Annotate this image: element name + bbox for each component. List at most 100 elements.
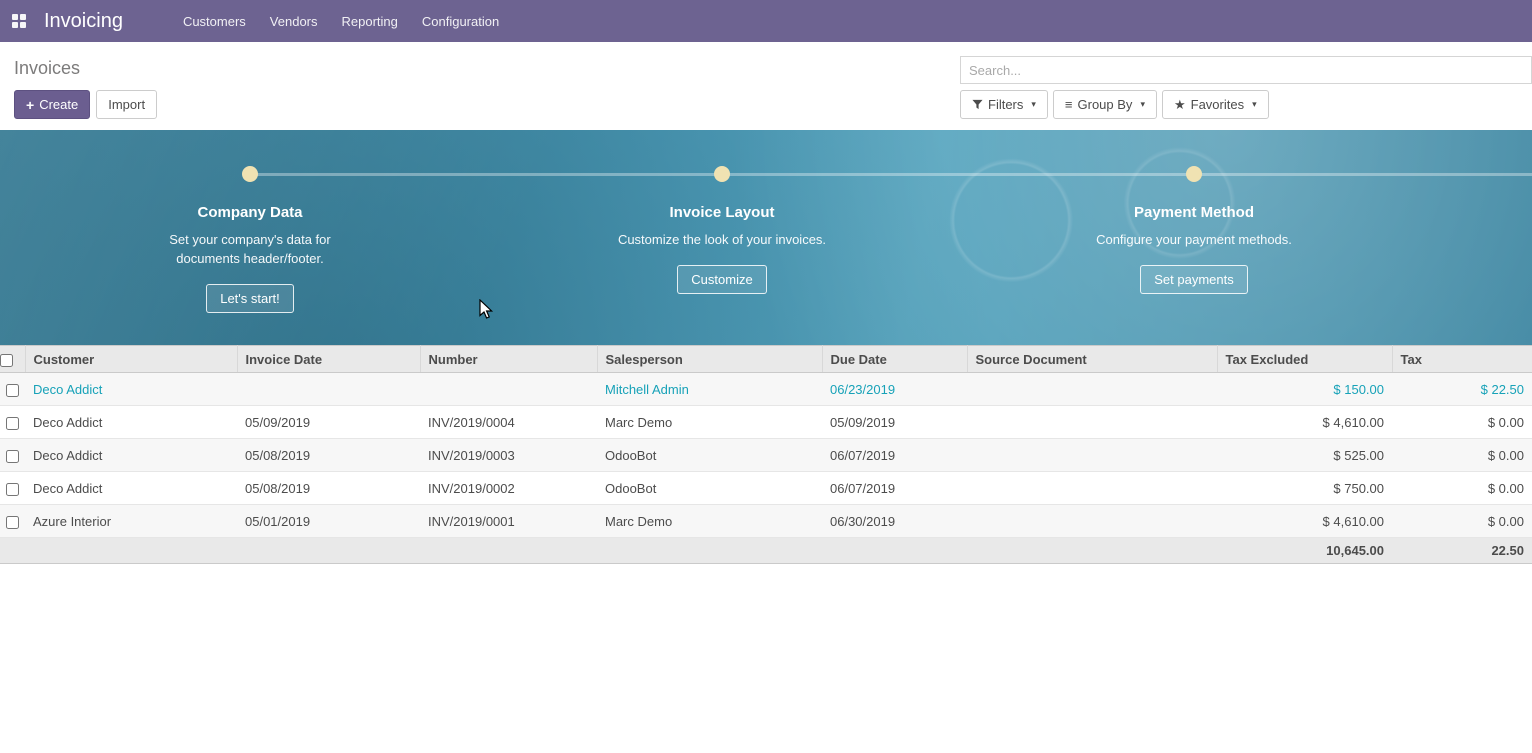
cell-salesperson: Mitchell Admin	[597, 373, 822, 406]
cell-source-document	[967, 373, 1217, 406]
app-title[interactable]: Invoicing	[38, 10, 131, 33]
step-dot-icon	[714, 166, 730, 182]
table-row[interactable]: Deco Addict 05/09/2019 INV/2019/0004 Mar…	[0, 406, 1532, 439]
apps-menu-icon[interactable]	[0, 0, 38, 42]
cell-source-document	[967, 406, 1217, 439]
column-header-due-date[interactable]: Due Date	[822, 346, 967, 373]
row-checkbox[interactable]	[6, 417, 19, 430]
navbar-menus: Customers Vendors Reporting Configuratio…	[171, 0, 511, 42]
cell-salesperson: OdooBot	[597, 472, 822, 505]
table-row[interactable]: Deco Addict 05/08/2019 INV/2019/0002 Odo…	[0, 472, 1532, 505]
control-panel: Invoices + Create Import Filters ▾ ≡ Gro	[0, 42, 1532, 130]
menu-configuration[interactable]: Configuration	[410, 0, 511, 42]
cell-due-date: 05/09/2019	[822, 406, 967, 439]
cell-tax: $ 0.00	[1392, 406, 1532, 439]
column-header-tax-excluded[interactable]: Tax Excluded	[1217, 346, 1392, 373]
table-row[interactable]: Deco Addict Mitchell Admin 06/23/2019 $ …	[0, 373, 1532, 406]
cell-tax-excluded: $ 525.00	[1217, 439, 1392, 472]
lets-start-button[interactable]: Let's start!	[206, 284, 294, 313]
cell-number: INV/2019/0002	[420, 472, 597, 505]
cell-tax-excluded: $ 4,610.00	[1217, 406, 1392, 439]
table-header-row: Customer Invoice Date Number Salesperson…	[0, 346, 1532, 373]
select-all-checkbox[interactable]	[0, 354, 13, 367]
cell-invoice-date: 05/08/2019	[237, 439, 420, 472]
cell-customer: Deco Addict	[25, 472, 237, 505]
step-description: Set your company's data for documents he…	[143, 230, 358, 268]
column-header-source-document[interactable]: Source Document	[967, 346, 1217, 373]
cell-salesperson: OdooBot	[597, 439, 822, 472]
menu-reporting[interactable]: Reporting	[330, 0, 410, 42]
cell-tax-excluded: $ 750.00	[1217, 472, 1392, 505]
onboarding-step-company-data: Company Data Set your company's data for…	[100, 166, 400, 313]
cell-number	[420, 373, 597, 406]
cell-invoice-date	[237, 373, 420, 406]
step-title: Payment Method	[1134, 204, 1254, 221]
create-button[interactable]: + Create	[14, 90, 90, 119]
chevron-down-icon: ▾	[1252, 99, 1257, 110]
cell-tax: $ 0.00	[1392, 505, 1532, 538]
menu-vendors[interactable]: Vendors	[258, 0, 330, 42]
cell-number: INV/2019/0003	[420, 439, 597, 472]
cell-number: INV/2019/0004	[420, 406, 597, 439]
cell-tax: $ 22.50	[1392, 373, 1532, 406]
plus-icon: +	[26, 98, 34, 112]
top-navbar: Invoicing Customers Vendors Reporting Co…	[0, 0, 1532, 42]
group-by-label: Group By	[1078, 97, 1133, 112]
table-row[interactable]: Azure Interior 05/01/2019 INV/2019/0001 …	[0, 505, 1532, 538]
total-tax: 22.50	[1392, 538, 1532, 564]
filter-funnel-icon	[972, 99, 983, 110]
cell-invoice-date: 05/01/2019	[237, 505, 420, 538]
column-header-salesperson[interactable]: Salesperson	[597, 346, 822, 373]
cell-source-document	[967, 472, 1217, 505]
import-button-label: Import	[108, 97, 145, 112]
menu-customers[interactable]: Customers	[171, 0, 258, 42]
cell-salesperson: Marc Demo	[597, 406, 822, 439]
step-description: Configure your payment methods.	[1096, 230, 1292, 249]
group-by-button[interactable]: ≡ Group By ▾	[1053, 90, 1157, 119]
row-checkbox[interactable]	[6, 516, 19, 529]
onboarding-step-invoice-layout: Invoice Layout Customize the look of you…	[572, 166, 872, 294]
cell-number: INV/2019/0001	[420, 505, 597, 538]
search-input[interactable]	[960, 56, 1532, 84]
cell-customer: Deco Addict	[25, 439, 237, 472]
star-icon: ★	[1174, 98, 1186, 111]
total-tax-excluded: 10,645.00	[1217, 538, 1392, 564]
row-checkbox[interactable]	[6, 483, 19, 496]
cell-invoice-date: 05/09/2019	[237, 406, 420, 439]
step-title: Company Data	[197, 204, 302, 221]
filters-button[interactable]: Filters ▾	[960, 90, 1048, 119]
chevron-down-icon: ▾	[1140, 99, 1145, 110]
table-totals-row: 10,645.00 22.50	[0, 538, 1532, 564]
column-header-number[interactable]: Number	[420, 346, 597, 373]
cell-source-document	[967, 505, 1217, 538]
customize-button[interactable]: Customize	[677, 265, 766, 294]
set-payments-button[interactable]: Set payments	[1140, 265, 1248, 294]
step-dot-icon	[242, 166, 258, 182]
cell-due-date: 06/07/2019	[822, 472, 967, 505]
create-button-label: Create	[39, 97, 78, 112]
column-header-tax[interactable]: Tax	[1392, 346, 1532, 373]
column-header-invoice-date[interactable]: Invoice Date	[237, 346, 420, 373]
group-by-icon: ≡	[1065, 98, 1073, 111]
apps-grid-icon	[12, 14, 26, 28]
cell-due-date: 06/07/2019	[822, 439, 967, 472]
filters-label: Filters	[988, 97, 1023, 112]
step-dot-icon	[1186, 166, 1202, 182]
cell-customer: Deco Addict	[25, 373, 237, 406]
row-checkbox[interactable]	[6, 384, 19, 397]
invoices-table: Customer Invoice Date Number Salesperson…	[0, 345, 1532, 564]
favorites-label: Favorites	[1191, 97, 1244, 112]
favorites-button[interactable]: ★ Favorites ▾	[1162, 90, 1269, 119]
row-checkbox[interactable]	[6, 450, 19, 463]
onboarding-step-payment-method: Payment Method Configure your payment me…	[1044, 166, 1344, 294]
chevron-down-icon: ▾	[1031, 99, 1036, 110]
onboarding-banner: Company Data Set your company's data for…	[0, 130, 1532, 345]
step-title: Invoice Layout	[669, 204, 774, 221]
step-description: Customize the look of your invoices.	[618, 230, 826, 249]
column-header-customer[interactable]: Customer	[25, 346, 237, 373]
cell-due-date: 06/23/2019	[822, 373, 967, 406]
table-row[interactable]: Deco Addict 05/08/2019 INV/2019/0003 Odo…	[0, 439, 1532, 472]
page-title: Invoices	[14, 56, 157, 80]
import-button[interactable]: Import	[96, 90, 157, 119]
cell-tax-excluded: $ 150.00	[1217, 373, 1392, 406]
